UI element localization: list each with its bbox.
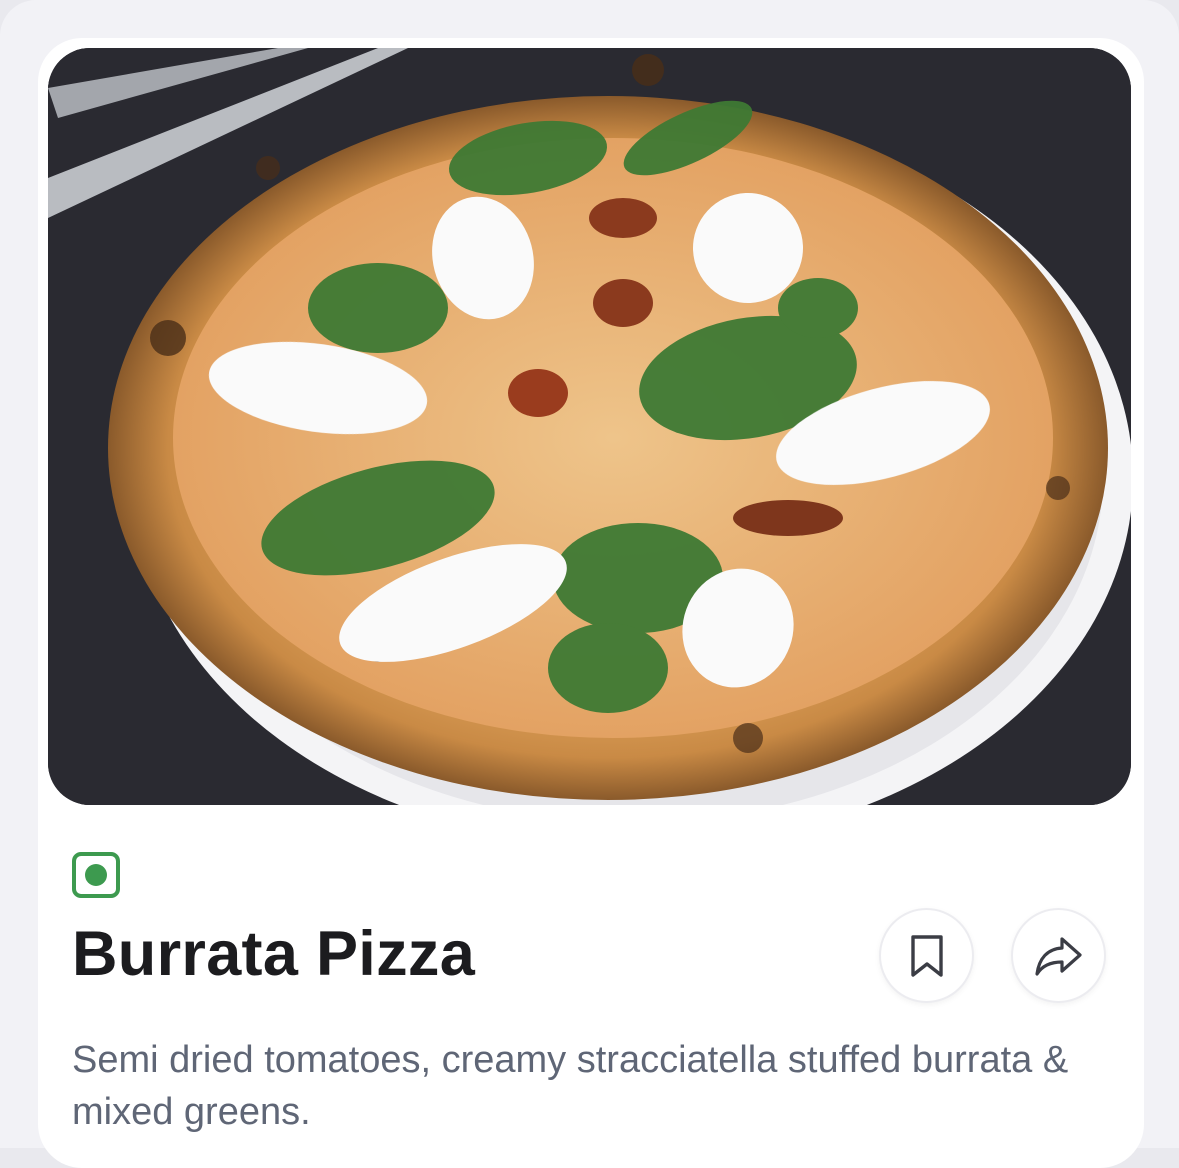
share-icon [1034, 936, 1082, 976]
bookmark-icon [910, 934, 943, 977]
item-title: Burrata Pizza [72, 919, 476, 989]
item-description: Semi dried tomatoes, creamy stracciatell… [72, 1039, 1069, 1133]
bookmark-button[interactable] [879, 908, 974, 1003]
pizza-photo [48, 48, 1131, 805]
pizza-illustration [48, 48, 1131, 805]
veg-indicator-dot [85, 864, 107, 886]
share-button[interactable] [1011, 908, 1106, 1003]
bottom-sheet: Burrata Pizza Semi dried tomatoes, cream… [0, 0, 1179, 1168]
veg-indicator-icon [72, 852, 120, 898]
